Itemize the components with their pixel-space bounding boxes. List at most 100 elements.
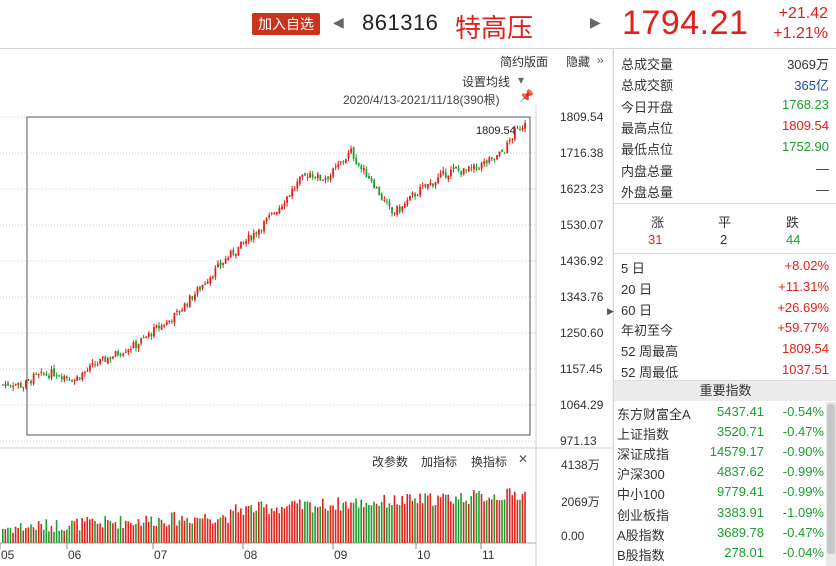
candle-body — [191, 296, 194, 300]
candle-body — [4, 384, 7, 387]
index-row[interactable]: B股指数 278.01 -0.04% — [614, 543, 826, 563]
scrollbar-thumb[interactable] — [827, 404, 835, 554]
volume-bar — [73, 521, 76, 543]
indices-scrollbar[interactable] — [826, 402, 836, 566]
quote-header: 加入自选 ◀ 861316 特高压 ▶ 1794.21 +21.42 +1.21… — [0, 0, 836, 49]
candle-body — [173, 312, 176, 323]
volume-bar — [106, 520, 109, 543]
volume-bar — [503, 499, 506, 543]
add-to-watchlist-button[interactable]: 加入自选 — [252, 13, 320, 35]
chart-area[interactable]: 简约版面 隐藏 » 设置均线 ▾ 2020/4/13-2021/11/18(39… — [0, 49, 612, 566]
index-row[interactable]: 上证指数 3520.71 -0.47% — [614, 422, 826, 442]
candle-body — [137, 344, 140, 349]
volume-bar — [322, 498, 324, 543]
index-name: 深证成指 — [617, 447, 670, 463]
volume-bar — [380, 502, 383, 543]
index-row[interactable]: A股指数 3689.78 -0.47% — [614, 523, 826, 543]
volume-bar — [242, 514, 245, 543]
stat-value: 1768.23 — [782, 96, 829, 112]
volume-bar — [135, 523, 137, 543]
date-axis: 05 06 07 08 09 10 11 — [0, 543, 495, 562]
volume-bar — [145, 515, 147, 543]
volume-bar — [224, 516, 227, 543]
candle-body — [104, 356, 107, 363]
candle-body — [316, 173, 319, 179]
candle-body — [168, 320, 171, 322]
volume-bar — [250, 505, 252, 543]
volume-bar — [416, 503, 419, 543]
candle-body — [73, 380, 76, 382]
volume-bar — [150, 516, 153, 543]
index-price: 3520.71 — [717, 424, 764, 440]
candle-body — [342, 161, 345, 163]
breadth-flat-label: 平 — [718, 215, 732, 230]
candle-body — [122, 353, 125, 356]
candle-body — [35, 373, 38, 375]
candle-body — [439, 173, 442, 178]
candle-body — [416, 195, 419, 197]
candle-body — [309, 173, 311, 178]
volume-bar — [501, 500, 503, 543]
volume-bar — [127, 521, 130, 543]
volume-bar — [488, 497, 490, 543]
price-tick-label: 1436.92 — [560, 254, 604, 268]
candle-body — [81, 372, 84, 380]
index-row[interactable]: 沪深300 4837.62 -0.99% — [614, 462, 826, 482]
volume-tick-label: 0.00 — [561, 529, 585, 543]
candle-body — [140, 338, 143, 344]
candle-body — [362, 167, 365, 171]
volume-bar — [424, 493, 426, 543]
volume-bar — [209, 519, 211, 543]
max-price-label: 1809.54 — [476, 125, 516, 137]
volume-bar — [373, 501, 375, 543]
index-row[interactable]: 创业板指 3383.91 -1.09% — [614, 503, 826, 523]
volume-bar — [263, 507, 265, 543]
volume-bar — [314, 506, 316, 543]
index-row[interactable]: 深证成指 14579.17 -0.90% — [614, 442, 826, 462]
candle-body — [447, 175, 450, 180]
candle-body — [240, 241, 242, 249]
volume-bar — [478, 491, 480, 543]
volume-bar — [89, 519, 91, 543]
volume-bar — [388, 503, 391, 543]
volume-bar — [40, 523, 42, 543]
candle-body — [411, 192, 414, 195]
volume-bar — [50, 525, 53, 543]
volume-bar — [86, 516, 89, 543]
volume-bar — [355, 498, 357, 543]
collapse-panel-arrow-icon[interactable]: ▶ — [607, 306, 614, 317]
volume-bar — [206, 518, 209, 543]
volume-bar — [409, 494, 411, 543]
period-value: 1037.51 — [782, 362, 829, 377]
candlestick-chart[interactable]: 1809.54 1716.38 1623.23 1530.07 1436.92 1343.… — [0, 49, 612, 566]
stat-label: 最低点位 — [621, 142, 674, 158]
volume-bar — [25, 528, 27, 543]
candle-body — [419, 187, 422, 196]
volume-bar — [281, 506, 283, 543]
month-tick-label: 11 — [482, 548, 495, 562]
candle-body — [450, 169, 452, 177]
volume-bar — [467, 503, 470, 543]
candle-body — [467, 166, 470, 172]
volume-bar — [222, 515, 224, 543]
next-stock-arrow-icon[interactable]: ▶ — [590, 14, 601, 31]
index-name: A股指数 — [617, 527, 665, 543]
volume-bar — [78, 530, 81, 543]
price-tick-label: 1064.29 — [560, 398, 604, 412]
candle-body — [496, 155, 498, 160]
volume-bar — [245, 506, 247, 543]
volume-bar — [109, 520, 112, 543]
volume-bar — [122, 528, 124, 543]
month-tick-label: 06 — [68, 548, 82, 562]
price-axis: 1809.54 1716.38 1623.23 1530.07 1436.92 1343.… — [560, 110, 604, 448]
candle-body — [145, 336, 148, 338]
volume-bar — [265, 504, 268, 543]
candle-body — [503, 152, 506, 154]
candle-body — [426, 184, 429, 189]
index-row[interactable]: 东方财富全A 5437.41 -0.54% — [614, 402, 826, 422]
volume-bar — [83, 521, 86, 543]
index-row[interactable]: 中小100 9779.41 -0.99% — [614, 482, 826, 502]
prev-stock-arrow-icon[interactable]: ◀ — [333, 14, 344, 31]
candle-body — [112, 356, 114, 359]
volume-tick-label: 2069万 — [561, 495, 600, 509]
